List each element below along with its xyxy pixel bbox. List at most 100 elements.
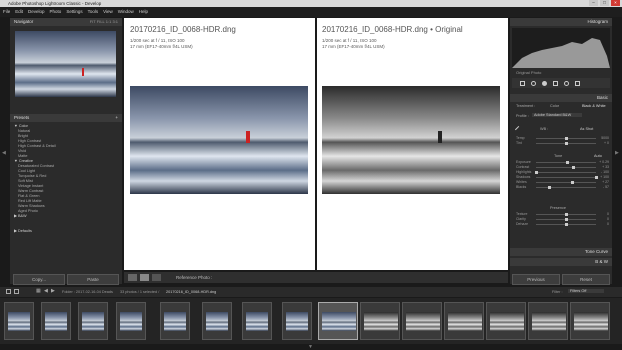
thumbnail-selected[interactable] <box>318 302 358 340</box>
thumbnail[interactable] <box>570 302 610 340</box>
menu-develop[interactable]: Develop <box>28 7 45 17</box>
tone-curve-header[interactable]: Tone Curve <box>510 248 612 256</box>
slider-dehaze[interactable]: Dehaze 0 <box>510 222 612 227</box>
back-icon[interactable]: ◀ <box>44 288 48 294</box>
slider-track[interactable] <box>536 182 596 183</box>
slider-blacks[interactable]: Blacks - 57 <box>510 185 612 190</box>
thumbnail[interactable] <box>4 302 34 340</box>
before-exif: 1/200 sec at f / 11, ISO 100 <box>130 38 185 43</box>
slider-knob[interactable] <box>564 142 568 145</box>
histogram[interactable] <box>512 28 610 68</box>
swap-icon[interactable] <box>152 274 161 281</box>
menu-edit[interactable]: Edit <box>15 7 23 17</box>
menu-tools[interactable]: Tools <box>88 7 99 17</box>
menu-settings[interactable]: Settings <box>66 7 82 17</box>
thumbnail[interactable] <box>202 302 232 340</box>
bw-header[interactable]: B & W <box>510 258 612 266</box>
wb-sliders: Temp 5000 Tint + 0 <box>510 136 612 146</box>
slider-knob[interactable] <box>564 223 568 226</box>
eyedropper-icon[interactable] <box>514 125 523 134</box>
wb-label: WB : <box>540 127 549 131</box>
zoom-fit[interactable]: FIT <box>90 19 96 24</box>
forward-icon[interactable]: ▶ <box>51 288 55 294</box>
wb-select[interactable]: As Shot <box>580 127 593 131</box>
grid-icon[interactable]: ▦ <box>36 288 41 294</box>
navigator-preview[interactable] <box>15 31 116 97</box>
slider-knob[interactable] <box>566 161 570 164</box>
zoom-1-1[interactable]: 1:1 <box>106 19 112 24</box>
slider-track[interactable] <box>536 172 596 173</box>
thumbnail[interactable] <box>78 302 108 340</box>
before-photo[interactable] <box>130 86 308 194</box>
loupe-view-icon[interactable] <box>128 274 137 281</box>
after-photo[interactable] <box>322 86 500 194</box>
minimize-button[interactable]: – <box>589 0 598 6</box>
treatment-color[interactable]: Color <box>550 104 559 108</box>
thumbnail[interactable] <box>486 302 526 340</box>
thumbnail[interactable] <box>402 302 442 340</box>
slider-knob[interactable] <box>570 181 574 184</box>
basic-header[interactable]: Basic <box>510 94 612 102</box>
navigator-title: Navigator <box>14 19 34 24</box>
slider-knob[interactable] <box>594 176 598 179</box>
previous-button[interactable]: Previous <box>512 274 560 285</box>
zoom-fill[interactable]: FILL <box>97 19 105 24</box>
reset-button[interactable]: Reset <box>562 274 610 285</box>
treatment-bw[interactable]: Black & White <box>582 104 606 108</box>
slider-track[interactable] <box>536 167 596 168</box>
menu-help[interactable]: Help <box>139 7 148 17</box>
filter-select[interactable]: Filters Off <box>568 289 604 293</box>
slider-knob[interactable] <box>564 218 568 221</box>
tone-label: Tone <box>554 154 563 158</box>
thumbnail[interactable] <box>41 302 71 340</box>
before-after-icon[interactable] <box>140 274 149 281</box>
profile-select[interactable]: Adobe Standard B&W <box>532 113 582 117</box>
copy-button[interactable]: Copy... <box>13 274 65 285</box>
spot-removal-icon[interactable] <box>531 80 536 86</box>
window-title: Adobe Photoshop Lightroom Classic - Deve… <box>8 1 102 6</box>
thumbnail[interactable] <box>528 302 568 340</box>
slider-knob[interactable] <box>564 137 568 140</box>
treatment-label: Treatment : <box>516 104 536 108</box>
thumbnail[interactable] <box>282 302 312 340</box>
filmstrip-toggle-icon[interactable]: ▼ <box>308 344 313 350</box>
presets-header[interactable]: Presets + <box>10 114 122 122</box>
selected-filename[interactable]: 20170216_ID_0068-HDR.dng <box>166 290 216 294</box>
red-eye-icon[interactable] <box>542 80 547 86</box>
menu-file[interactable]: File <box>3 7 10 17</box>
slider-track[interactable] <box>536 187 596 188</box>
menu-photo[interactable]: Photo <box>50 7 62 17</box>
menu-window[interactable]: Window <box>118 7 134 17</box>
radial-filter-icon[interactable] <box>564 80 569 86</box>
thumbnail[interactable] <box>160 302 190 340</box>
navigator-header[interactable]: Navigator FIT FILL 1:1 3:1 <box>10 18 122 26</box>
preset-group-defaults[interactable]: ▶ Defaults <box>10 229 122 234</box>
zoom-3-1[interactable]: 3:1 <box>112 19 118 24</box>
slider-tint[interactable]: Tint + 0 <box>510 141 612 146</box>
crop-icon[interactable] <box>520 80 525 86</box>
slider-track[interactable] <box>536 177 596 178</box>
paste-button[interactable]: Paste <box>67 274 119 285</box>
slider-knob[interactable] <box>571 166 575 169</box>
graduated-filter-icon[interactable] <box>553 80 558 86</box>
slider-knob[interactable] <box>564 213 568 216</box>
menu-view[interactable]: View <box>103 7 113 17</box>
thumbnail[interactable] <box>242 302 272 340</box>
grid-view-icon[interactable] <box>6 289 11 294</box>
right-panel-toggle-icon[interactable]: ▶ <box>615 150 619 156</box>
tone-auto-button[interactable]: Auto <box>594 154 602 158</box>
slider-knob[interactable] <box>534 171 538 174</box>
preset-group-bw[interactable]: ▶ B&W <box>10 214 122 219</box>
slider-value: 0 <box>607 222 609 226</box>
folder-path[interactable]: Folder : 2017-02-16-04 Deads <box>62 290 113 294</box>
close-button[interactable]: × <box>611 0 620 6</box>
left-panel-toggle-icon[interactable]: ◀ <box>2 150 6 156</box>
second-window-icon[interactable] <box>14 289 19 294</box>
thumbnail[interactable] <box>444 302 484 340</box>
thumbnail[interactable] <box>360 302 400 340</box>
slider-knob[interactable] <box>547 186 551 189</box>
brush-icon[interactable] <box>575 80 580 86</box>
thumbnail[interactable] <box>116 302 146 340</box>
histogram-header[interactable]: Histogram <box>510 18 612 26</box>
maximize-button[interactable]: □ <box>600 0 609 6</box>
